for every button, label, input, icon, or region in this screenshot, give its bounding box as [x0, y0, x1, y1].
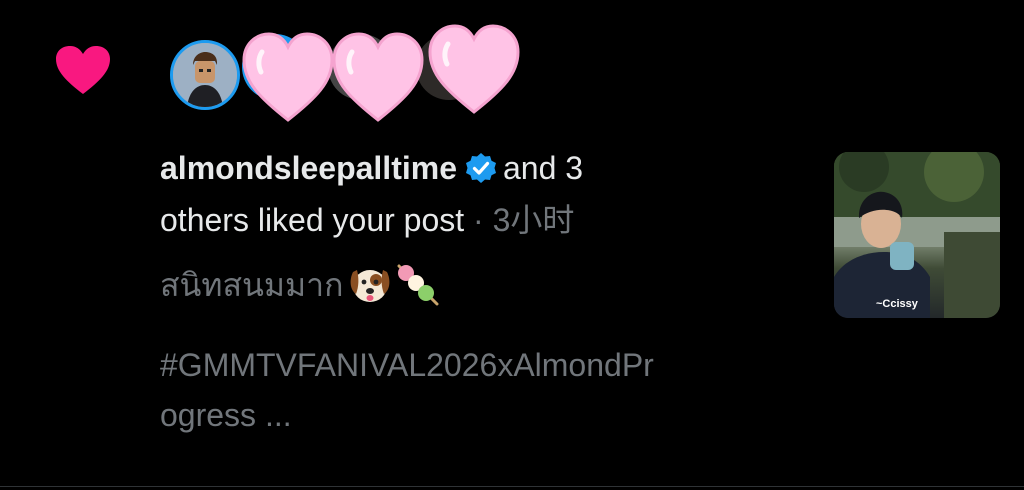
post-thumbnail[interactable]: ~Ccissy [834, 152, 1000, 318]
username-link[interactable]: almondsleepalltime [160, 150, 457, 186]
post-preview[interactable]: สนิทสนมมาก #GMMTVFANIVAL2026xAlmondPr og… [160, 260, 800, 440]
like-notification[interactable]: almondsleepalltime and 3 others liked yo… [0, 0, 1024, 490]
dango-emoji [397, 264, 439, 306]
headline-and-count: and 3 [502, 150, 584, 186]
thumbnail-watermark: ~Ccissy [876, 298, 918, 310]
hashtag-link-continued: ogress ... [160, 397, 292, 433]
pink-heart-icon [242, 32, 334, 122]
notification-headline: almondsleepalltime and 3 others liked yo… [160, 142, 720, 246]
liker-avatars [168, 18, 548, 138]
separator-dot: · [473, 202, 484, 238]
pink-heart-icon [332, 32, 424, 122]
timestamp: 3小时 [492, 202, 575, 238]
post-text-line: สนิทสนมมาก [160, 260, 800, 310]
heart-icon [56, 46, 110, 94]
verified-badge-icon [465, 153, 496, 183]
dog-face-emoji [351, 270, 390, 302]
divider [0, 486, 1024, 487]
hashtag-link[interactable]: #GMMTVFANIVAL2026xAlmondPr [160, 340, 800, 390]
thumbnail-image [834, 152, 1000, 318]
headline-liked-text: others liked your post [160, 202, 465, 238]
pink-heart-icon [428, 24, 520, 114]
avatar[interactable] [170, 40, 240, 110]
post-text: สนิทสนมมาก [160, 267, 344, 303]
